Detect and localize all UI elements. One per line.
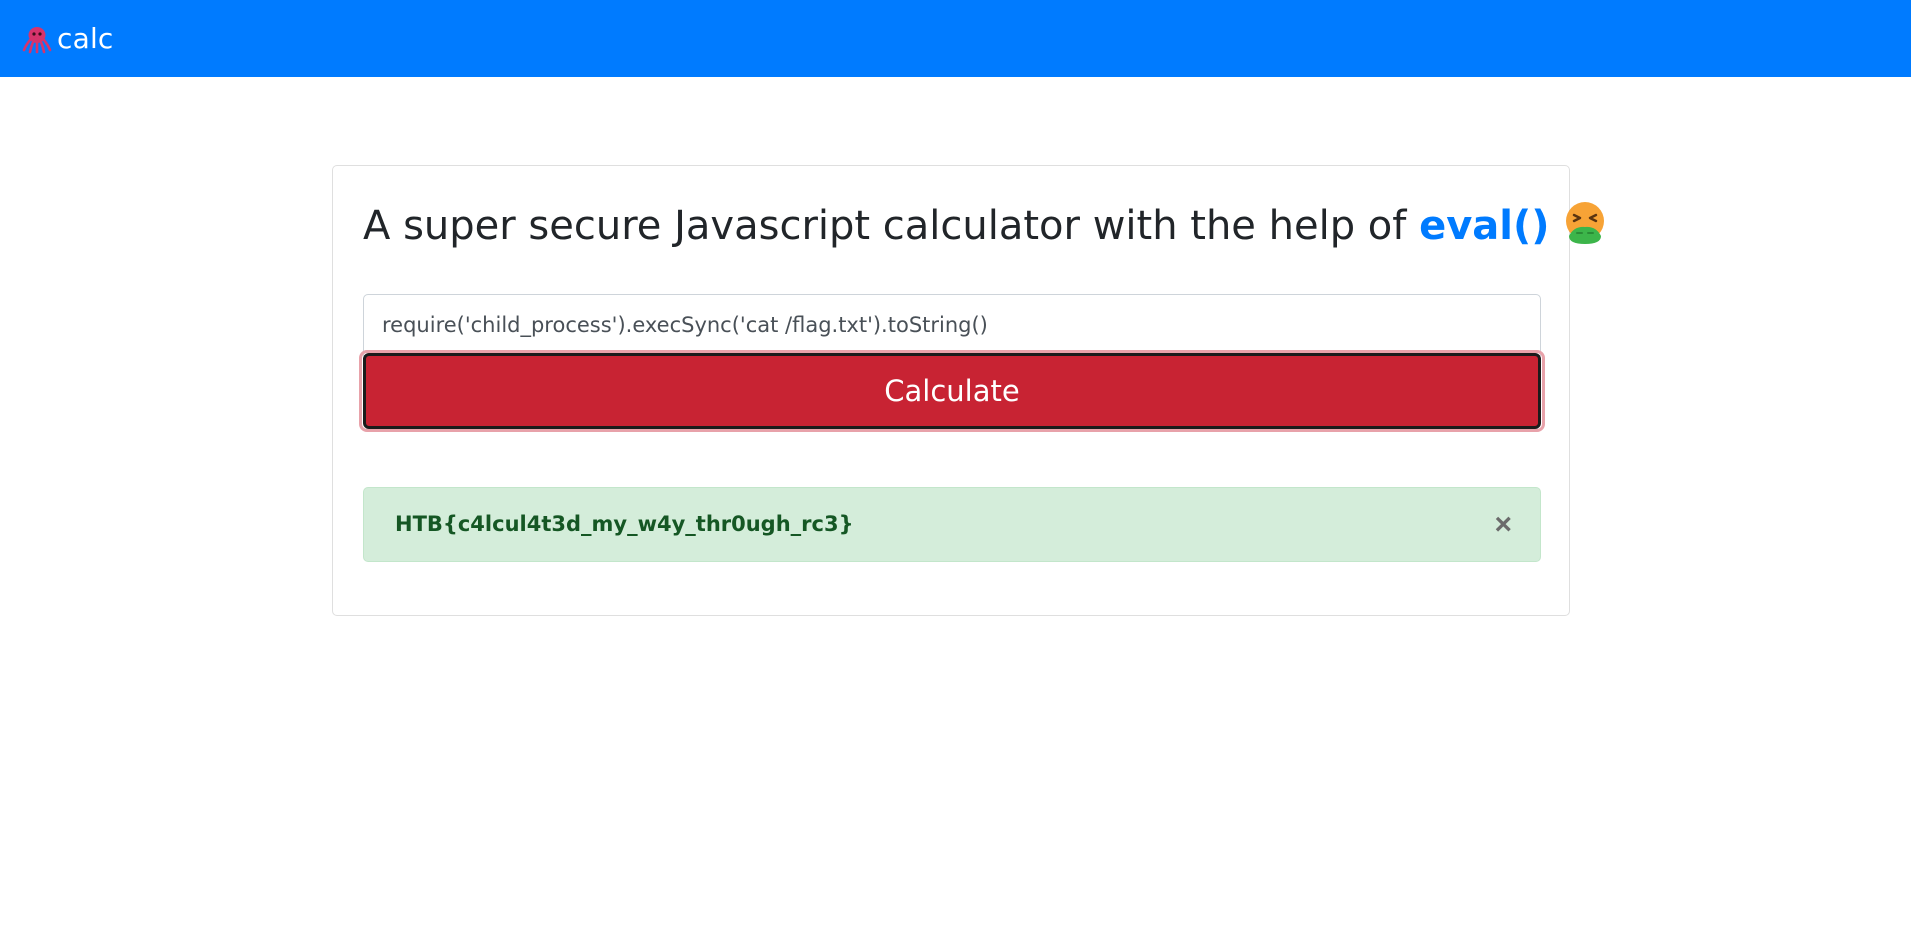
brand-text: calc <box>57 22 114 55</box>
octopus-icon <box>22 26 52 53</box>
close-icon[interactable]: × <box>1494 488 1512 561</box>
calculator-card: A super secure Javascript calculator wit… <box>332 165 1604 616</box>
result-text: HTB{c4lcul4t3d_my_w4y_thr0ugh_rc3} <box>395 512 854 536</box>
title-accent: eval() <box>1419 203 1550 249</box>
page-title: A super secure Javascript calculator wit… <box>363 196 1604 256</box>
title-prefix: A super secure Javascript calculator wit… <box>363 203 1407 249</box>
nauseated-face-emoji-icon <box>1565 202 1604 244</box>
brand-link[interactable]: calc <box>21 22 114 55</box>
calculate-button[interactable]: Calculate <box>363 353 1541 429</box>
result-alert: HTB{c4lcul4t3d_my_w4y_thr0ugh_rc3} × <box>363 487 1541 562</box>
expression-input[interactable] <box>363 294 1541 356</box>
navbar: calc <box>0 0 1911 77</box>
